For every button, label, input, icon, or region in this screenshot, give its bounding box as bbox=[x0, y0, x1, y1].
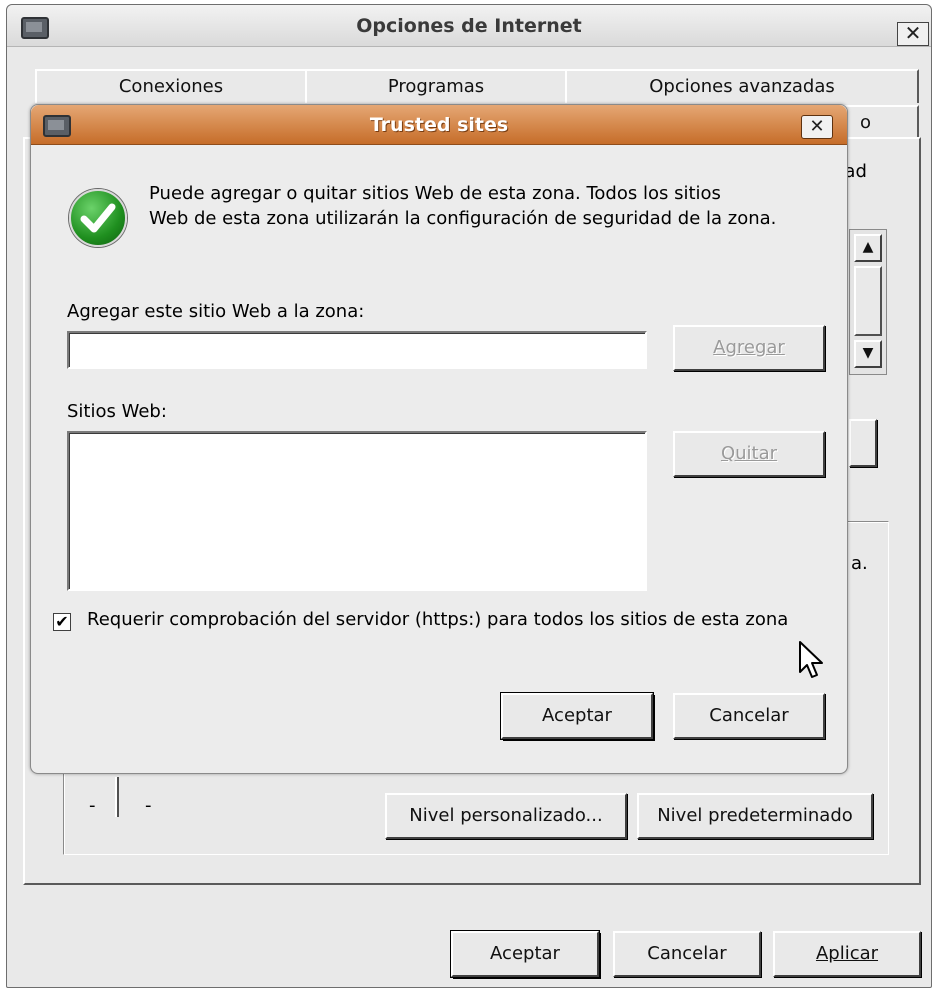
dialog-cancel-label: Cancelar bbox=[709, 705, 789, 726]
outer-accept-button[interactable]: Aceptar bbox=[450, 930, 600, 978]
require-https-checkbox[interactable]: ✔ bbox=[53, 613, 71, 631]
security-level-text-fragment: a. bbox=[851, 553, 868, 574]
remove-site-button[interactable]: Quitar bbox=[673, 431, 825, 477]
scroll-thumb[interactable] bbox=[854, 266, 882, 336]
security-slider-track[interactable] bbox=[115, 777, 119, 817]
mouse-pointer-icon bbox=[799, 641, 823, 678]
tab-programas[interactable]: Programas bbox=[305, 69, 567, 103]
outer-cancel-button[interactable]: Cancelar bbox=[613, 931, 761, 977]
info-text: Puede agregar o quitar sitios Web de est… bbox=[149, 181, 776, 231]
tab-opciones-avanzadas-label: Opciones avanzadas bbox=[649, 76, 835, 97]
default-level-label: Nivel predeterminado bbox=[657, 805, 853, 826]
remove-site-button-label: Quitar bbox=[720, 443, 778, 464]
custom-level-button[interactable]: Nivel personalizado... bbox=[385, 793, 627, 839]
add-site-button[interactable]: Agregar bbox=[673, 325, 825, 371]
tab-conexiones-label: Conexiones bbox=[118, 76, 224, 97]
info-text-line-2: Web de esta zona utilizarán la configura… bbox=[149, 208, 777, 229]
tab-row2-partial-label: o bbox=[859, 112, 871, 133]
outer-accept-label: Aceptar bbox=[490, 943, 560, 964]
tab-programas-label: Programas bbox=[387, 76, 485, 97]
sites-button-partial[interactable] bbox=[849, 419, 877, 467]
dialog-cancel-button[interactable]: Cancelar bbox=[673, 693, 825, 739]
info-text-line-1: Puede agregar o quitar sitios Web de est… bbox=[149, 183, 721, 204]
scroll-down-arrow-icon[interactable]: ▼ bbox=[854, 340, 882, 368]
dialog-accept-button[interactable]: Aceptar bbox=[500, 692, 654, 740]
outer-cancel-label: Cancelar bbox=[647, 943, 727, 964]
zone-list-scrollbar[interactable]: ▲ ▼ bbox=[849, 229, 887, 375]
add-site-button-label: Agregar bbox=[713, 337, 785, 358]
dialog-title: Trusted sites bbox=[369, 114, 509, 136]
scroll-up-arrow-icon[interactable]: ▲ bbox=[854, 234, 882, 262]
trusted-sites-dialog: Trusted sites ✕ Puede agregar o quitar s… bbox=[30, 104, 848, 774]
slider-tick-right: - bbox=[145, 795, 152, 816]
outer-window-title: Opciones de Internet bbox=[356, 15, 582, 37]
outer-apply-label: Aplicar bbox=[815, 943, 879, 964]
custom-level-label: Nivel personalizado... bbox=[409, 805, 603, 826]
outer-close-button[interactable]: ✕ bbox=[897, 22, 929, 46]
slider-tick-left: - bbox=[89, 795, 96, 816]
sites-list[interactable] bbox=[67, 431, 647, 591]
add-site-label: Agregar este sitio Web a la zona: bbox=[67, 301, 365, 322]
require-https-label[interactable]: Requerir comprobación del servidor (http… bbox=[87, 609, 788, 630]
dialog-accept-label: Aceptar bbox=[542, 705, 612, 726]
tab-conexiones[interactable]: Conexiones bbox=[35, 69, 307, 103]
add-site-input[interactable] bbox=[67, 331, 647, 369]
checkmark-icon bbox=[69, 189, 127, 247]
dialog-close-button[interactable]: ✕ bbox=[801, 115, 833, 139]
tab-opciones-avanzadas[interactable]: Opciones avanzadas bbox=[565, 69, 919, 103]
outer-apply-button[interactable]: Aplicar bbox=[773, 931, 921, 977]
default-level-button[interactable]: Nivel predeterminado bbox=[637, 793, 873, 839]
sites-list-label: Sitios Web: bbox=[67, 401, 167, 422]
